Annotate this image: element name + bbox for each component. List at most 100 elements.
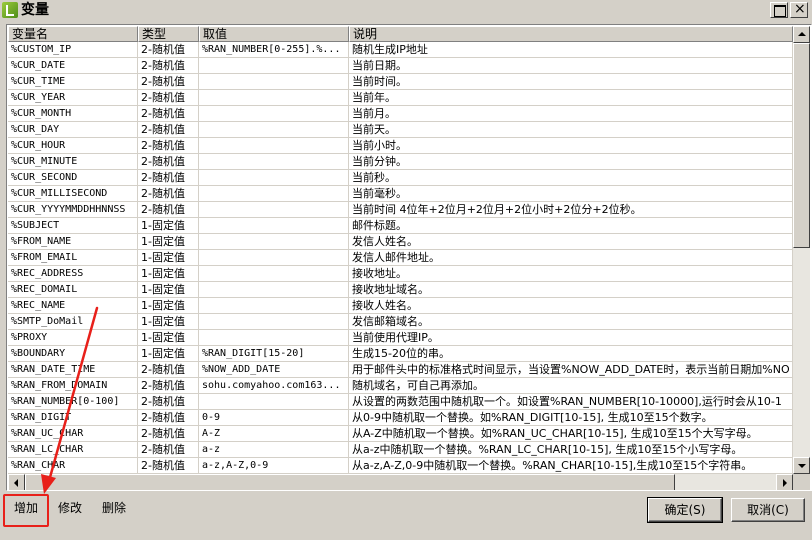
cell-value <box>199 266 349 282</box>
cell-description: 从设置的两数范围中随机取一个。如设置%RAN_NUMBER[10-10000],… <box>349 394 793 410</box>
cell-name: %FROM_NAME <box>8 234 138 250</box>
cell-description: 生成15-20位的串。 <box>349 346 793 362</box>
window-title: 变量 <box>21 2 49 18</box>
table-row[interactable]: %RAN_LC_CHAR 2-随机值 a-z 从a-z中随机取一个替换。%RAN_LC… <box>8 442 793 458</box>
column-header-description[interactable]: 说明 <box>349 26 793 42</box>
table-row[interactable]: %CUR_DATE 2-随机值 当前日期。 <box>8 58 793 74</box>
cell-value <box>199 90 349 106</box>
cell-type: 2-随机值 <box>138 458 199 474</box>
table-row[interactable]: %FROM_EMAIL 1-固定值 发信人邮件地址。 <box>8 250 793 266</box>
cell-description: 邮件标题。 <box>349 218 793 234</box>
table-row[interactable]: %REC_NAME 1-固定值 接收人姓名。 <box>8 298 793 314</box>
table-row[interactable]: %CUR_MONTH 2-随机值 当前月。 <box>8 106 793 122</box>
table-row[interactable]: %CUR_HOUR 2-随机值 当前小时。 <box>8 138 793 154</box>
cell-description: 当前时间。 <box>349 74 793 90</box>
cell-description: 当前日期。 <box>349 58 793 74</box>
scrollbar-corner <box>793 474 810 490</box>
vertical-scroll-thumb[interactable] <box>793 43 810 248</box>
delete-button[interactable]: 删除 <box>94 497 134 521</box>
column-header-type[interactable]: 类型 <box>138 26 199 42</box>
table-row[interactable]: %CUR_MINUTE 2-随机值 当前分钟。 <box>8 154 793 170</box>
table-row[interactable]: %RAN_NUMBER[0-100] 2-随机值 从设置的两数范围中随机取一个。如设… <box>8 394 793 410</box>
horizontal-scroll-thumb[interactable] <box>25 474 675 490</box>
cell-type: 2-随机值 <box>138 426 199 442</box>
table-row[interactable]: %SMTP_DoMail 1-固定值 发信邮箱域名。 <box>8 314 793 330</box>
cell-description: 当前天。 <box>349 122 793 138</box>
variables-list[interactable]: 变量名 类型 取值 说明 %CUSTOM_IP 2-随机值 %RAN_NUMBER[… <box>6 24 812 491</box>
table-row[interactable]: %CUSTOM_IP 2-随机值 %RAN_NUMBER[0-255].%... 随机… <box>8 42 793 58</box>
table-row[interactable]: %PROXY 1-固定值 当前使用代理IP。 <box>8 330 793 346</box>
table-row[interactable]: %SUBJECT 1-固定值 邮件标题。 <box>8 218 793 234</box>
cell-type: 2-随机值 <box>138 442 199 458</box>
cell-value: a-z,A-Z,0-9 <box>199 458 349 474</box>
table-row[interactable]: %RAN_DIGIT 2-随机值 0-9 从0-9中随机取一个替换。如%RAN_DIG… <box>8 410 793 426</box>
cell-name: %CUR_DATE <box>8 58 138 74</box>
ok-button[interactable]: 确定(S) <box>647 497 723 523</box>
cell-type: 1-固定值 <box>138 282 199 298</box>
column-header-value[interactable]: 取值 <box>199 26 349 42</box>
maximize-icon[interactable] <box>770 2 788 18</box>
cell-type: 2-随机值 <box>138 138 199 154</box>
cell-name: %RAN_DATE_TIME <box>8 362 138 378</box>
cell-name: %PROXY <box>8 330 138 346</box>
cell-value <box>199 330 349 346</box>
table-row[interactable]: %CUR_YYYYMMDDHHNNSS 2-随机值 当前时间 4位年+2位月+2位月… <box>8 202 793 218</box>
cell-name: %CUR_TIME <box>8 74 138 90</box>
cell-type: 2-随机值 <box>138 186 199 202</box>
cell-type: 2-随机值 <box>138 378 199 394</box>
table-row[interactable]: %REC_ADDRESS 1-固定值 接收地址。 <box>8 266 793 282</box>
table-row[interactable]: %CUR_MILLISECOND 2-随机值 当前毫秒。 <box>8 186 793 202</box>
cell-type: 1-固定值 <box>138 298 199 314</box>
cell-type: 2-随机值 <box>138 42 199 58</box>
cancel-button[interactable]: 取消(C) <box>731 498 805 522</box>
cell-value <box>199 218 349 234</box>
cell-value <box>199 138 349 154</box>
cell-description: 当前秒。 <box>349 170 793 186</box>
cell-value: sohu.comyahoo.com163... <box>199 378 349 394</box>
table-row[interactable]: %CUR_DAY 2-随机值 当前天。 <box>8 122 793 138</box>
cell-type: 2-随机值 <box>138 154 199 170</box>
cell-description: 发信人姓名。 <box>349 234 793 250</box>
table-row[interactable]: %RAN_DATE_TIME 2-随机值 %NOW_ADD_DATE 用于邮件头中的标… <box>8 362 793 378</box>
cell-type: 1-固定值 <box>138 250 199 266</box>
cell-type: 2-随机值 <box>138 202 199 218</box>
close-icon[interactable] <box>790 1 808 18</box>
cell-name: %CUR_MONTH <box>8 106 138 122</box>
cell-value <box>199 234 349 250</box>
table-row[interactable]: %REC_DOMAIL 1-固定值 接收地址域名。 <box>8 282 793 298</box>
column-header-name[interactable]: 变量名 <box>8 26 138 42</box>
scroll-up-icon[interactable] <box>793 26 810 43</box>
cell-description: 当前分钟。 <box>349 154 793 170</box>
cell-name: %RAN_UC_CHAR <box>8 426 138 442</box>
cell-name: %CUR_DAY <box>8 122 138 138</box>
scroll-left-icon[interactable] <box>8 474 25 490</box>
table-row[interactable]: %BOUNDARY 1-固定值 %RAN_DIGIT[15-20] 生成15-20位的… <box>8 346 793 362</box>
scroll-down-icon[interactable] <box>793 457 810 474</box>
table-row[interactable]: %RAN_UC_CHAR 2-随机值 A-Z 从A-Z中随机取一个替换。如%RAN_U… <box>8 426 793 442</box>
cell-description: 当前小时。 <box>349 138 793 154</box>
horizontal-scrollbar[interactable] <box>8 474 793 490</box>
vertical-scrollbar[interactable] <box>793 26 810 474</box>
cell-value <box>199 394 349 410</box>
cell-name: %REC_ADDRESS <box>8 266 138 282</box>
cell-description: 发信人邮件地址。 <box>349 250 793 266</box>
add-button[interactable]: 增加 <box>6 497 46 521</box>
table-row[interactable]: %CUR_YEAR 2-随机值 当前年。 <box>8 90 793 106</box>
cell-name: %REC_DOMAIL <box>8 282 138 298</box>
cell-value <box>199 122 349 138</box>
table-row[interactable]: %RAN_CHAR 2-随机值 a-z,A-Z,0-9 从a-z,A-Z,0-9中随机… <box>8 458 793 474</box>
table-row[interactable]: %FROM_NAME 1-固定值 发信人姓名。 <box>8 234 793 250</box>
cell-name: %CUR_YEAR <box>8 90 138 106</box>
cell-name: %CUR_YYYYMMDDHHNNSS <box>8 202 138 218</box>
table-row[interactable]: %CUR_SECOND 2-随机值 当前秒。 <box>8 170 793 186</box>
scroll-right-icon[interactable] <box>776 474 793 490</box>
cell-name: %RAN_DIGIT <box>8 410 138 426</box>
cell-type: 2-随机值 <box>138 106 199 122</box>
table-row[interactable]: %CUR_TIME 2-随机值 当前时间。 <box>8 74 793 90</box>
cell-description: 从a-z,A-Z,0-9中随机取一个替换。%RAN_CHAR[10-15],生成… <box>349 458 793 474</box>
table-row[interactable]: %RAN_FROM_DOMAIN 2-随机值 sohu.comyahoo.com16… <box>8 378 793 394</box>
cell-name: %RAN_LC_CHAR <box>8 442 138 458</box>
cell-description: 用于邮件头中的标准格式时间显示，当设置%NOW_ADD_DATE时，表示当前日期… <box>349 362 793 378</box>
cell-description: 随机生成IP地址 <box>349 42 793 58</box>
edit-button[interactable]: 修改 <box>50 497 90 521</box>
